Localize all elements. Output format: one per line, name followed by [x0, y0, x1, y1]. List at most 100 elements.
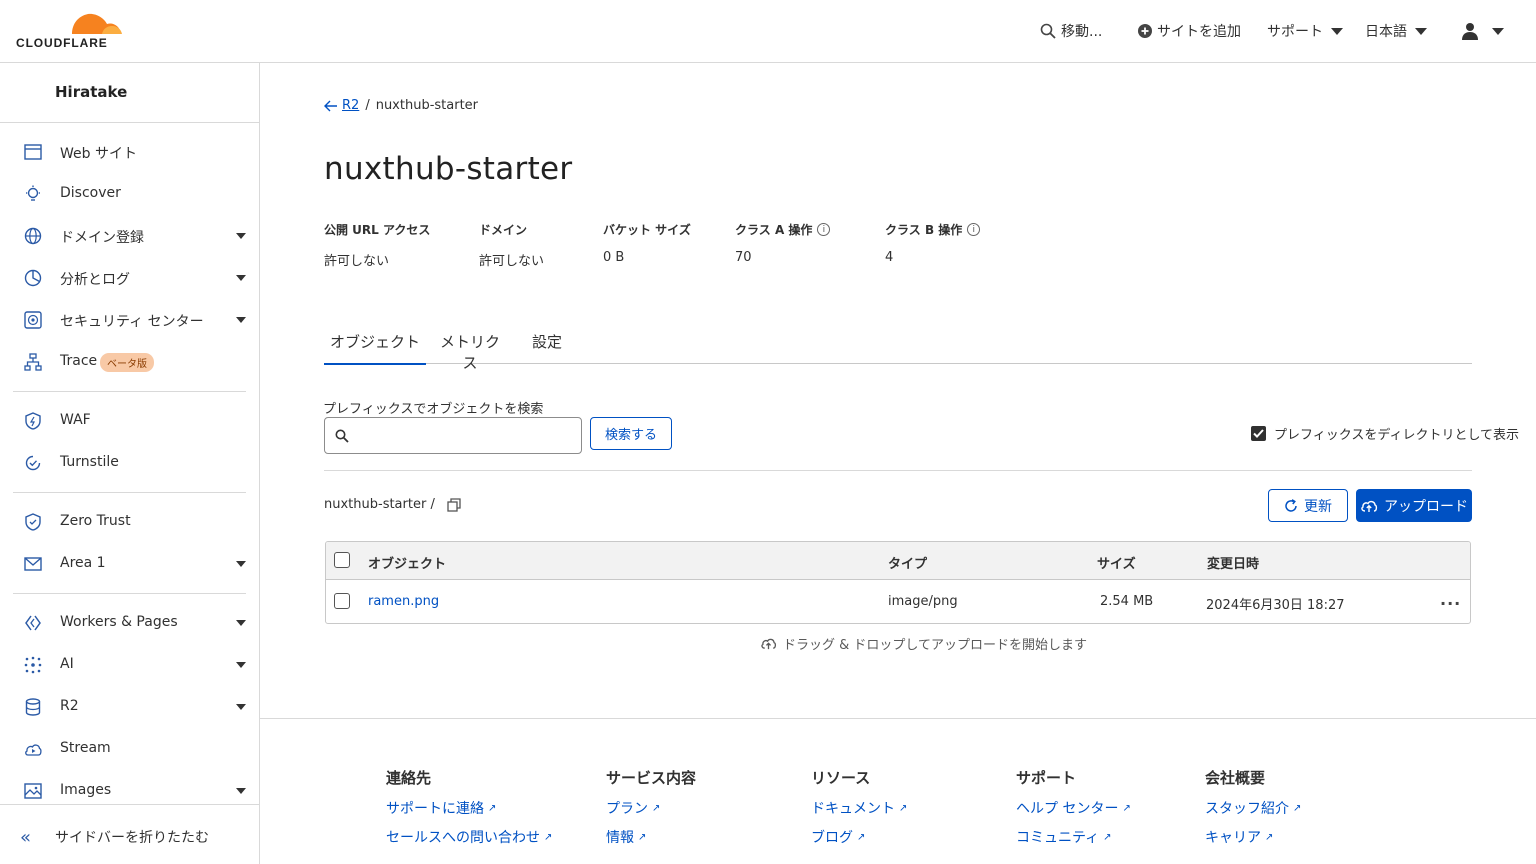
workers-icon [25, 615, 41, 631]
object-modified: 2024年6月30日 18:27 [1206, 598, 1345, 613]
globe-icon [24, 227, 42, 245]
select-all-checkbox[interactable] [334, 552, 350, 568]
checkbox-label: プレフィックスをディレクトリとして表示 [1274, 428, 1520, 443]
sidebar-item-label: Area 1 [60, 555, 106, 571]
footer-link[interactable]: セールスへの問い合わせ ↗ [386, 828, 552, 846]
sidebar-item-discover[interactable]: Discover [0, 177, 259, 211]
sidebar-item-domain-registration[interactable]: ドメイン登録 [0, 219, 259, 253]
chevron-down-icon [1331, 27, 1343, 35]
column-header-object[interactable]: オブジェクト [368, 553, 446, 572]
support-menu[interactable]: サポート [1267, 20, 1343, 42]
sitemap-icon [24, 353, 42, 371]
breadcrumb-current: nuxthub-starter [375, 98, 479, 113]
add-site-button[interactable]: サイトを追加 [1138, 20, 1241, 42]
tab-metrics[interactable]: メトリクス [438, 329, 502, 372]
sidebar-item-label: Trace [60, 353, 98, 369]
pie-chart-icon [24, 269, 42, 287]
chevron-down-icon [1492, 27, 1504, 35]
sidebar-item-stream[interactable]: Stream [0, 732, 259, 766]
divider [0, 122, 259, 123]
go-to-search[interactable]: 移動... [1040, 20, 1102, 42]
drop-hint-text: ドラッグ & ドロップしてアップロードを開始します [783, 638, 1088, 653]
arrow-left-icon [324, 100, 337, 111]
sidebar-item-workers-pages[interactable]: Workers & Pages [0, 606, 259, 640]
copy-icon[interactable] [447, 497, 461, 512]
tab-objects[interactable]: オブジェクト [324, 329, 426, 365]
sidebar-item-analytics[interactable]: 分析とログ [0, 261, 259, 295]
current-path: nuxthub-starter / [324, 497, 461, 512]
footer-column-resources: リソース ドキュメント ↗ ブログ ↗ [811, 767, 907, 846]
info-icon[interactable]: i [817, 223, 831, 236]
shield-icon [25, 513, 41, 531]
cloud-upload-icon [1361, 500, 1378, 512]
footer-link[interactable]: ヘルプ センター ↗ [1016, 799, 1131, 817]
sidebar-item-images[interactable]: Images [0, 774, 259, 808]
footer-link-text: スタッフ紹介 [1205, 801, 1289, 817]
footer-link[interactable]: キャリア ↗ [1205, 828, 1301, 846]
show-prefix-as-directory[interactable]: プレフィックスをディレクトリとして表示 [1251, 424, 1519, 443]
info-icon[interactable]: i [967, 223, 981, 236]
more-actions-icon[interactable]: ··· [1440, 594, 1461, 613]
collapse-sidebar-button[interactable]: « サイドバーを折りたたむ [0, 804, 259, 864]
stat-value: 70 [735, 250, 752, 265]
footer-link[interactable]: プラン ↗ [606, 799, 696, 817]
beta-badge: ベータ版 [100, 353, 154, 372]
upload-button[interactable]: アップロード [1356, 489, 1472, 522]
breadcrumb-r2: R2 [342, 98, 360, 113]
sidebar-item-area-1[interactable]: Area 1 [0, 547, 259, 581]
sidebar-item-label: Stream [60, 740, 111, 756]
chevron-down-icon [236, 317, 246, 323]
table-row: ramen.png image/png 2.54 MB 2024年6月30日 1… [326, 580, 1470, 623]
row-checkbox[interactable] [334, 593, 350, 609]
tab-settings[interactable]: 設定 [529, 329, 565, 364]
column-header-modified[interactable]: 変更日時 [1207, 553, 1259, 572]
language-menu[interactable]: 日本語 [1365, 20, 1427, 42]
external-link-icon: ↗ [1265, 831, 1274, 843]
sidebar-item-turnstile[interactable]: Turnstile [0, 446, 259, 480]
stat-domain: ドメイン 許可しない [479, 221, 544, 269]
divider [13, 492, 246, 493]
prefix-search-input[interactable] [357, 426, 572, 446]
sparkle-icon [24, 656, 42, 674]
sidebar-item-r2[interactable]: R2 [0, 690, 259, 724]
divider [13, 593, 246, 594]
breadcrumb-separator: / [365, 98, 370, 113]
sidebar-item-websites[interactable]: Web サイト [0, 135, 259, 169]
external-link-icon: ↗ [544, 831, 553, 843]
shield-bolt-icon [25, 412, 41, 430]
footer-column-contact: 連絡先 サポートに連絡 ↗ セールスへの問い合わせ ↗ [386, 767, 552, 846]
object-name-link[interactable]: ramen.png [368, 594, 439, 609]
footer-link[interactable]: サポートに連絡 ↗ [386, 799, 552, 817]
checkbox-checked[interactable] [1251, 426, 1266, 441]
double-chevron-left-icon: « [20, 827, 32, 848]
footer-link[interactable]: スタッフ紹介 ↗ [1205, 799, 1301, 817]
footer-link[interactable]: ドキュメント ↗ [811, 799, 907, 817]
sidebar-item-label: セキュリティ センター [60, 314, 204, 330]
footer-link-text: ドキュメント [811, 801, 895, 817]
sidebar-item-ai[interactable]: AI [0, 648, 259, 682]
image-icon [24, 783, 42, 799]
chevron-down-icon [236, 233, 246, 239]
external-link-icon: ↗ [1122, 802, 1131, 814]
play-cloud-icon [25, 744, 42, 756]
sidebar-item-label: R2 [60, 698, 79, 714]
user-menu[interactable] [1461, 20, 1504, 42]
footer-link[interactable]: コミュニティ ↗ [1016, 828, 1131, 846]
sidebar-item-waf[interactable]: WAF [0, 404, 259, 438]
refresh-button[interactable]: 更新 [1268, 489, 1348, 522]
breadcrumb-back-link[interactable]: R2 [324, 98, 359, 113]
footer-heading: リソース [811, 769, 871, 787]
search-button[interactable]: 検索する [590, 417, 672, 450]
column-header-type[interactable]: タイプ [888, 553, 927, 572]
cloudflare-logo[interactable]: CLOUDFLARE [16, 10, 126, 50]
tab-bar: オブジェクト メトリクス 設定 [324, 329, 1472, 372]
account-name[interactable]: Hiratake [55, 83, 127, 101]
sidebar-item-trace[interactable]: Trace ベータ版 [0, 345, 259, 379]
footer-link[interactable]: 情報 ↗ [606, 828, 696, 846]
sidebar-item-label: AI [60, 656, 74, 672]
stat-bucket-size: バケット サイズ 0 B [603, 221, 691, 265]
sidebar-item-security-center[interactable]: セキュリティ センター [0, 303, 259, 337]
footer-link[interactable]: ブログ ↗ [811, 828, 907, 846]
sidebar-item-zero-trust[interactable]: Zero Trust [0, 505, 259, 539]
column-header-size[interactable]: サイズ [1097, 553, 1136, 572]
